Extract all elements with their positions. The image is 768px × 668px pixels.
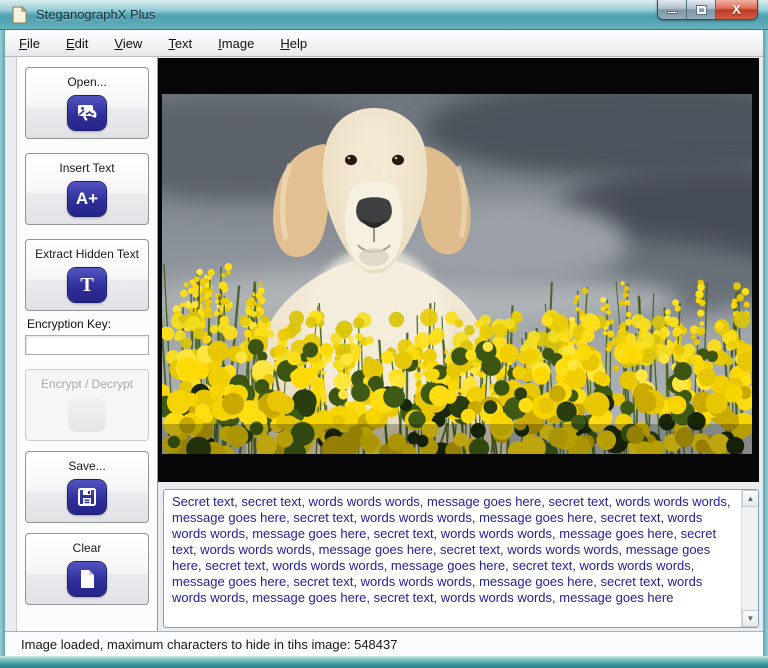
window-border-bottom <box>0 656 768 668</box>
title-bar: SteganographX Plus X <box>0 0 768 30</box>
loaded-photo <box>162 94 752 454</box>
extract-hidden-text-button[interactable]: Extract Hidden Text T <box>25 239 149 311</box>
sidebar: Open... Insert Text A+ Extract Hidden Te… <box>16 57 158 631</box>
menu-view[interactable]: View <box>114 36 142 51</box>
open-image-icon <box>68 96 106 130</box>
extract-text-icon: T <box>68 268 106 302</box>
encryption-key-input[interactable] <box>25 335 149 355</box>
encrypt-decrypt-icon <box>68 398 106 432</box>
encrypt-decrypt-button: Encrypt / Decrypt <box>25 369 149 441</box>
scroll-down-icon: ▼ <box>746 614 755 623</box>
message-text[interactable]: Secret text, secret text, words words wo… <box>164 490 741 627</box>
encryption-key-label: Encryption Key: <box>27 317 112 331</box>
insert-text-icon: A+ <box>68 182 106 216</box>
menu-file[interactable]: File <box>19 36 40 51</box>
window-controls: X <box>657 0 758 20</box>
save-icon <box>68 480 106 514</box>
message-textbox[interactable]: Secret text, secret text, words words wo… <box>163 489 759 628</box>
menu-image[interactable]: Image <box>218 36 254 51</box>
app-icon <box>12 6 28 24</box>
open-button[interactable]: Open... <box>25 67 149 139</box>
app-window: SteganographX Plus X File Edit View Text… <box>0 0 768 668</box>
maximize-icon <box>696 5 706 14</box>
menu-bar: File Edit View Text Image Help <box>5 30 763 57</box>
close-icon: X <box>732 2 741 17</box>
clear-page-icon <box>68 562 106 596</box>
close-button[interactable]: X <box>716 0 757 19</box>
insert-text-label: Insert Text <box>59 161 115 175</box>
minimize-button[interactable] <box>658 0 687 19</box>
encrypt-decrypt-label: Encrypt / Decrypt <box>40 377 134 391</box>
open-button-label: Open... <box>67 75 107 89</box>
extract-text-label: Extract Hidden Text <box>35 247 139 261</box>
scroll-down-button[interactable]: ▼ <box>742 610 758 627</box>
save-button-label: Save... <box>68 459 106 473</box>
maximize-button[interactable] <box>687 0 716 19</box>
client-area: Open... Insert Text A+ Extract Hidden Te… <box>5 57 763 631</box>
scroll-up-button[interactable]: ▲ <box>742 490 758 507</box>
clear-button-label: Clear <box>72 541 102 555</box>
menu-edit[interactable]: Edit <box>66 36 88 51</box>
message-scrollbar[interactable]: ▲ ▼ <box>741 490 758 627</box>
scroll-up-icon: ▲ <box>746 494 755 503</box>
save-button[interactable]: Save... <box>25 451 149 523</box>
window-border-right <box>763 30 768 656</box>
minimize-icon <box>666 11 678 14</box>
clear-button[interactable]: Clear <box>25 533 149 605</box>
insert-text-button[interactable]: Insert Text A+ <box>25 153 149 225</box>
status-text: Image loaded, maximum characters to hide… <box>21 636 398 652</box>
menu-text[interactable]: Text <box>168 36 192 51</box>
status-bar: Image loaded, maximum characters to hide… <box>5 631 763 656</box>
menu-help[interactable]: Help <box>280 36 307 51</box>
image-viewer <box>158 58 759 482</box>
window-title: SteganographX Plus <box>36 7 156 22</box>
